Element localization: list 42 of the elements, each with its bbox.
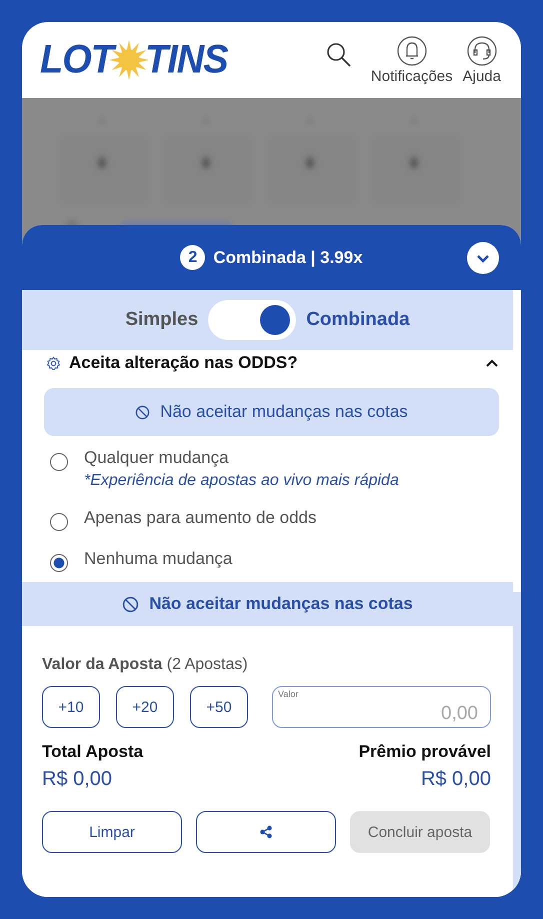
option-label: Apenas para aumento de odds [84,508,317,528]
quick-amount-button[interactable]: +50 [190,686,248,728]
odds-question: Aceita alteração nas ODDS? [69,353,299,373]
option-note: *Experiência de apostas ao vivo mais rápida [84,472,399,490]
mode-toggle[interactable] [208,300,296,340]
option-label: Qualquer mudança [84,448,230,468]
quick-amount-button[interactable]: +10 [42,686,100,728]
banner-text: Não aceitar mudanças nas cotas [160,402,408,422]
share-button[interactable] [196,811,336,853]
total-value: R$ 0,00 [420,768,491,791]
bet-count-badge: 2 [180,245,206,270]
option-label: Nenhuma mudança [84,549,232,569]
notifications-button[interactable]: Notificações [370,36,453,84]
stake-count: (2 Apostas) [166,656,248,673]
mode-label[interactable]: Combinada [306,309,410,331]
bet-slip-title: Combinada | 3.99x [213,248,363,268]
bell-icon [396,36,427,66]
search-icon [324,40,353,68]
clear-button[interactable]: Limpar [42,811,182,853]
collapse-button[interactable] [467,242,499,274]
total-label: Total Aposta [42,742,144,762]
caret-icon [485,358,499,368]
search-button[interactable] [324,40,353,68]
prohibited-icon [135,404,150,420]
quick-amount-button[interactable]: +20 [116,686,174,728]
logo-text: TINS [144,37,228,83]
radio-button[interactable] [50,513,68,531]
help-button[interactable]: Ajuda [462,36,501,84]
mode-label[interactable]: Simples [125,309,198,331]
gear-icon [46,356,61,370]
radio-button[interactable] [50,453,68,471]
share-icon [259,825,273,839]
total-label: Prêmio provável [358,742,491,762]
total-value: R$ 0,00 [42,768,114,791]
scrollbar[interactable] [513,592,521,892]
collapse-odds-button[interactable] [485,358,499,368]
banner-text: Não aceitar mudanças nas cotas [149,594,413,614]
stake-label: Valor da Aposta [42,656,162,673]
headset-icon [466,36,497,66]
prohibited-icon [122,596,140,612]
field-label: Valor [278,689,298,699]
radio-button[interactable] [50,554,68,572]
